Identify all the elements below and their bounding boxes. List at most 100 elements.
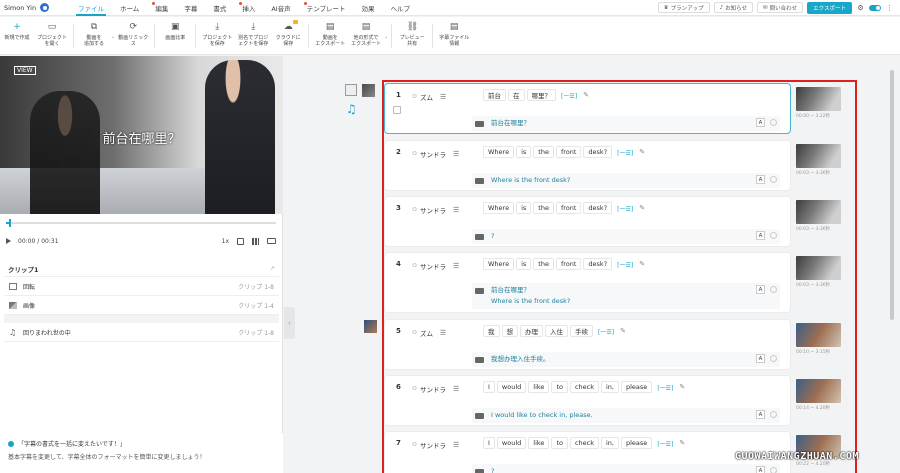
progress-knob[interactable] [8, 219, 11, 227]
user-area[interactable]: Simon Yin [0, 3, 70, 12]
subtitle-card[interactable]: 3 ⚇ サンドラ ☰ Where is the front desk? [一☰] ✎? A [384, 196, 791, 247]
word-token[interactable]: in, [601, 437, 619, 449]
word-token[interactable]: to [551, 381, 568, 393]
word-token[interactable]: 入住 [545, 325, 568, 337]
subtitle-card[interactable]: 7 ⚇ サンドラ ☰ Iwould like to check in, please [一☰] ✎? A [384, 431, 791, 473]
music-note-icon[interactable]: ♫ [346, 102, 357, 116]
speaker-selector[interactable]: ⚇ ズム ☰ [412, 328, 446, 338]
speaker-selector[interactable]: ⚇ サンドラ ☰ [412, 384, 459, 394]
contact-button[interactable]: ✉ 問い合わせ [757, 2, 804, 13]
font-style-button[interactable]: A [756, 175, 765, 184]
speaker-selector[interactable]: ⚇ サンドラ ☰ [412, 149, 459, 159]
clip-row-music[interactable]: ♫ 回りまわれ世の中 クリップ 1-8 [4, 323, 279, 342]
user-avatar-icon[interactable] [40, 3, 50, 12]
row-thumbnail[interactable]: 00:10 ~ 3.15秒 [796, 319, 841, 370]
speaker-selector[interactable]: ⚇ サンドラ ☰ [412, 261, 459, 271]
pencil-icon[interactable]: ✎ [679, 383, 685, 391]
menu-item-5[interactable]: 挿入 [234, 0, 263, 16]
subtitle-card[interactable]: 2 ⚇ サンドラ ☰ Where is the front desk? [一☰] ✎ Where is… [384, 140, 791, 191]
save-project-button[interactable]: ⤓ プロジェクト を保存 [199, 22, 235, 47]
aspect-ratio-button[interactable]: ▣ 画面比率 [158, 22, 192, 41]
row-thumbnail[interactable]: 00:14 ~ 4.20秒 [796, 375, 841, 426]
word-token[interactable]: desk? [583, 202, 613, 214]
timing-button[interactable]: [一☰] [657, 383, 673, 392]
translation-box[interactable]: ? A [472, 229, 780, 244]
menu-item-2[interactable]: 編集 [147, 0, 176, 16]
pencil-icon[interactable]: ✎ [639, 204, 645, 212]
hamburger-icon[interactable]: ☰ [440, 93, 446, 101]
menu-item-3[interactable]: 字幕 [176, 0, 205, 16]
preview-share-button[interactable]: ⛓ プレビュー 共有 [395, 22, 429, 47]
timing-button[interactable]: [一☰] [617, 260, 633, 269]
grid-icon[interactable] [252, 237, 259, 245]
font-style-button[interactable]: A [756, 354, 765, 363]
row-thumbnail[interactable]: 00:03 ~ 3.36秒 [796, 140, 841, 191]
menu-item-7[interactable]: テンプレート [299, 0, 354, 16]
subtitle-card[interactable]: 4 ⚇ サンドラ ☰ Where is the front desk? [一☰] ✎ 前台在哪里？ Wh… [384, 252, 791, 313]
status-circle-icon[interactable] [770, 119, 777, 126]
font-style-button[interactable]: A [756, 285, 765, 294]
font-style-button[interactable]: A [756, 231, 765, 240]
word-token[interactable]: 想 [501, 325, 518, 337]
save-as-button[interactable]: ⤓ 別名でプロジ ェクトを保存 [235, 22, 271, 47]
word-token[interactable]: Where [483, 146, 515, 158]
share-icon[interactable]: ↗ [270, 265, 275, 272]
word-token[interactable]: would [496, 437, 527, 449]
timing-button[interactable]: [一☰] [657, 439, 673, 448]
hamburger-icon[interactable]: ☰ [453, 441, 459, 449]
hamburger-icon[interactable]: ☰ [453, 385, 459, 393]
word-token[interactable]: the [533, 202, 554, 214]
clip-row-image[interactable]: 画像 クリップ 1-4 [4, 296, 279, 315]
translation-box[interactable]: ? A [472, 464, 780, 473]
row-thumbnail[interactable]: 00:00 ~ 3.22秒 [796, 83, 841, 134]
translation-box[interactable]: 我想办理入住手续。 A [472, 352, 780, 367]
export-button[interactable]: エクスポート [807, 1, 852, 14]
timing-button[interactable]: [一☰] [598, 327, 614, 336]
timing-button[interactable]: [一☰] [617, 204, 633, 213]
scrollbar[interactable] [890, 70, 894, 320]
menu-item-8[interactable]: 効果 [354, 0, 383, 16]
status-circle-icon[interactable] [770, 467, 777, 473]
clip-row-video[interactable]: 回転 クリップ 1-8 [4, 277, 279, 296]
speaker-selector[interactable]: ⚇ ズム ☰ [412, 92, 446, 102]
pencil-icon[interactable]: ✎ [620, 327, 626, 335]
word-token[interactable]: desk? [583, 258, 613, 270]
subtitle-card[interactable]: 6 ⚇ サンドラ ☰ Iwould like to check in, please [一☰] ✎ I … [384, 375, 791, 426]
word-token[interactable]: is [516, 258, 532, 270]
pencil-icon[interactable]: ✎ [639, 260, 645, 268]
word-token[interactable]: 在 [508, 89, 525, 101]
word-token[interactable]: would [496, 381, 527, 393]
dropdown-arrow-icon[interactable]: ⌄ [384, 34, 388, 40]
status-circle-icon[interactable] [770, 355, 777, 362]
gear-icon[interactable]: ⚙ [856, 3, 865, 12]
word-token[interactable]: the [533, 146, 554, 158]
row-checkbox[interactable] [393, 106, 401, 114]
more-menu-icon[interactable]: ⋮ [885, 3, 894, 12]
word-token[interactable]: like [528, 381, 550, 393]
hamburger-icon[interactable]: ☰ [453, 262, 459, 270]
play-icon[interactable] [6, 238, 11, 244]
video-preview[interactable]: VIEW 前台在哪里？ [0, 56, 283, 214]
hamburger-icon[interactable]: ☰ [453, 150, 459, 158]
word-token[interactable]: please [621, 437, 653, 449]
track-thumbnail[interactable] [362, 84, 375, 97]
hamburger-icon[interactable]: ☰ [440, 329, 446, 337]
word-token[interactable]: the [533, 258, 554, 270]
font-style-button[interactable]: A [756, 466, 765, 473]
timing-button[interactable]: [一☰] [617, 148, 633, 157]
track-thumbnail-2[interactable] [364, 320, 377, 333]
menu-item-4[interactable]: 書式 [205, 0, 234, 16]
word-token[interactable]: 哪里？ [526, 89, 556, 101]
translation-box[interactable]: 前台在哪里？ A [472, 116, 780, 131]
word-token[interactable]: check [569, 381, 599, 393]
menu-item-1[interactable]: ホーム [112, 0, 147, 16]
notice-button[interactable]: ♪ お知らせ [713, 2, 754, 13]
word-token[interactable]: like [528, 437, 550, 449]
screenshot-icon[interactable] [237, 237, 244, 245]
timing-button[interactable]: [一☰] [561, 91, 577, 100]
subtitle-card[interactable]: 1 ⚇ ズム ☰ 前台在哪里？ [一☰] ✎ 前台在哪里？ A [384, 83, 791, 134]
hamburger-icon[interactable]: ☰ [453, 206, 459, 214]
word-token[interactable]: Where [483, 258, 515, 270]
collapse-pane-button[interactable]: › [284, 307, 295, 339]
cloud-save-button[interactable]: ☁ クラウドに 保存 [271, 20, 305, 47]
